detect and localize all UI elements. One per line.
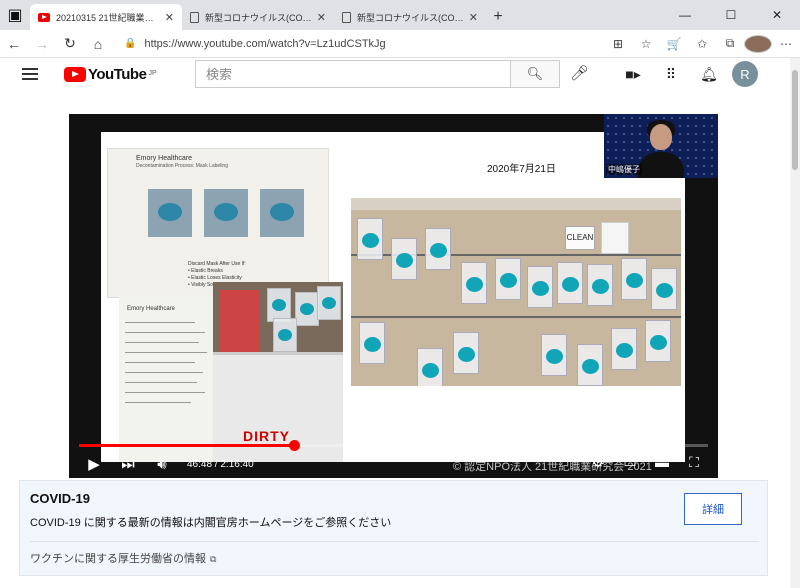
speaker-name: 中嶋優子	[606, 164, 642, 175]
youtube-play-icon	[64, 66, 86, 82]
covid-info-panel: COVID-19 COVID-19 に関する最新の情報は内閣官房ホームページをご…	[19, 480, 768, 576]
progress-bar[interactable]	[79, 440, 708, 451]
dirty-mask-bin-photo: DIRTY	[213, 282, 343, 462]
search-icon: 🔍︎	[526, 66, 544, 81]
miniplayer-icon[interactable]: ▭	[614, 454, 646, 471]
mask-photo	[148, 189, 192, 237]
tab-document-1[interactable]: 新型コロナウイルス(COVID-19)感染 ✕	[182, 4, 334, 30]
hanging-masks-photo: CLEAN	[351, 198, 681, 386]
link-text: ワクチンに関する厚生労働省の情報	[30, 553, 206, 565]
home-button[interactable]: ⌂	[84, 30, 112, 58]
mask-photo	[204, 189, 248, 237]
collections-icon[interactable]: ⧉	[716, 36, 744, 51]
search-bar: 🔍︎	[195, 60, 560, 88]
player-controls: ▶ ⏭︎ 🔊︎ 46:48 / 2:16:40 © 認定NPO法人 21世紀職業…	[69, 450, 718, 478]
vaccine-info-link[interactable]: ワクチンに関する厚生労働省の情報 ⧉	[30, 550, 216, 566]
create-video-icon[interactable]: ■▸	[614, 66, 652, 83]
slide-date: 2020年7月21日	[487, 164, 556, 175]
info-heading: COVID-19	[30, 491, 90, 506]
tab-title: 新型コロナウイルス(COVID-19)感染	[357, 12, 465, 23]
poster-title: Emory Healthcare	[136, 155, 193, 162]
maximize-icon[interactable]: ☐	[708, 0, 754, 30]
divider	[30, 541, 759, 542]
minimize-icon[interactable]: —	[662, 0, 708, 30]
url-field[interactable]: 🔒 https://www.youtube.com/watch?v=Lz1udC…	[118, 33, 598, 55]
youtube-logo[interactable]: YouTube JP	[64, 66, 157, 83]
tab-title: 20210315 21世紀職業研究会オン	[56, 12, 161, 23]
time-display: 46:48 / 2:16:40	[187, 458, 254, 470]
close-window-icon[interactable]: ✕	[754, 0, 800, 30]
details-button[interactable]: 詳細	[684, 493, 742, 525]
search-input[interactable]	[195, 60, 510, 88]
profile-avatar	[744, 34, 772, 53]
video-frame-slide: Emory Healthcare Decontamination Process…	[101, 132, 685, 462]
back-button[interactable]: ←	[0, 30, 28, 58]
close-tab-icon[interactable]: ✕	[469, 11, 478, 24]
url-text: https://www.youtube.com/watch?v=Lz1udCST…	[144, 37, 386, 50]
logo-text: YouTube	[88, 65, 147, 83]
next-icon[interactable]: ⏭︎	[111, 456, 145, 473]
mask-labeling-poster: Emory Healthcare Decontamination Process…	[107, 148, 329, 298]
dirty-label: DIRTY	[243, 428, 290, 444]
profile-button[interactable]	[744, 34, 772, 53]
play-icon[interactable]: ▶	[77, 455, 111, 473]
close-tab-icon[interactable]: ✕	[165, 11, 174, 24]
fullscreen-icon[interactable]: ⛶	[678, 454, 710, 471]
youtube-icon	[38, 12, 50, 22]
close-tab-icon[interactable]: ✕	[317, 11, 326, 24]
new-tab-button[interactable]: +	[486, 4, 510, 30]
voice-search-icon[interactable]: 🎤︎	[570, 64, 589, 82]
notifications-bell-icon[interactable]: 🔔︎	[690, 66, 728, 83]
video-player[interactable]: Emory Healthcare Decontamination Process…	[69, 114, 718, 478]
lock-icon: 🔒	[124, 38, 137, 49]
bullet-text: Discard Mask After Use If:	[188, 261, 246, 267]
search-button[interactable]: 🔍︎	[510, 60, 560, 88]
favorite-star-icon[interactable]: ☆	[632, 37, 660, 51]
tab-title: 新型コロナウイルス(COVID-19)感染	[205, 12, 313, 23]
region-code: JP	[148, 69, 157, 77]
tab-actions-icon[interactable]: ▣	[0, 0, 30, 30]
settings-gear-icon[interactable]: ⚙	[582, 454, 614, 471]
bullet-text: • Elastic Loses Elasticity	[188, 275, 242, 281]
address-bar-row: ← → ↻ ⌂ 🔒 https://www.youtube.com/watch?…	[0, 30, 800, 58]
scrollbar-thumb[interactable]	[792, 70, 798, 170]
window-controls: — ☐ ✕	[662, 0, 800, 30]
more-menu-icon[interactable]: ⋯	[772, 37, 800, 51]
red-stand	[219, 290, 259, 354]
document-icon	[342, 11, 351, 23]
page-scrollbar[interactable]	[790, 58, 800, 588]
account-avatar[interactable]: R	[732, 61, 758, 87]
reload-button[interactable]: ↻	[56, 30, 84, 58]
youtube-header: YouTube JP 🔍︎ 🎤︎ ■▸ ⠿ 🔔︎ R	[0, 58, 790, 90]
external-link-icon: ⧉	[210, 554, 217, 564]
progress-played	[79, 444, 295, 447]
wall-sign	[601, 222, 629, 254]
clean-sign: CLEAN	[565, 226, 595, 250]
app-available-icon[interactable]: ⊞	[604, 37, 632, 51]
theater-mode-icon[interactable]: ▬	[646, 454, 678, 471]
bullet-text: • Elastic Breaks	[188, 268, 223, 274]
mask-reuse-poster: Emory Healthcare	[119, 296, 213, 462]
poster-title: Emory Healthcare	[127, 306, 176, 312]
info-description: COVID-19 に関する最新の情報は内閣官房ホームページをご参照ください	[30, 517, 392, 529]
mask-photo	[260, 189, 304, 237]
apps-grid-icon[interactable]: ⠿	[652, 66, 690, 83]
shopping-icon[interactable]: 🛒	[660, 37, 688, 51]
tab-document-2[interactable]: 新型コロナウイルス(COVID-19)感染 ✕	[334, 4, 486, 30]
browser-tab-bar: ▣ 20210315 21世紀職業研究会オン ✕ 新型コロナウイルス(COVID…	[0, 0, 800, 30]
hamburger-menu-icon[interactable]	[22, 68, 44, 80]
speaker-webcam: 中嶋優子	[604, 114, 718, 178]
tab-youtube[interactable]: 20210315 21世紀職業研究会オン ✕	[30, 4, 182, 30]
poster-subtitle: Decontamination Process: Mask Labeling	[136, 163, 228, 169]
volume-icon[interactable]: 🔊︎	[145, 456, 179, 473]
forward-button[interactable]: →	[28, 30, 56, 58]
favorites-icon[interactable]: ✩	[688, 37, 716, 51]
document-icon	[190, 11, 199, 23]
